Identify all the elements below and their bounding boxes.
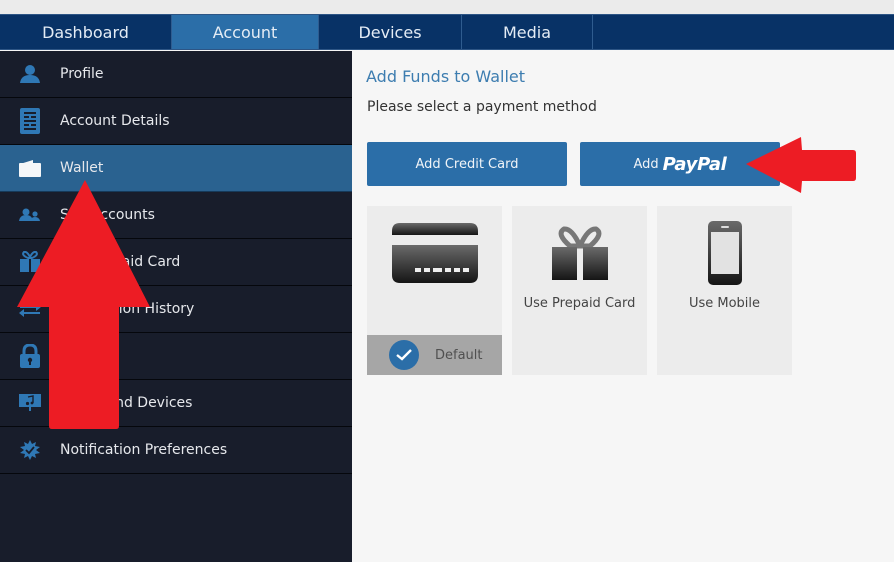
prepaid-card-label: Use Prepaid Card — [523, 296, 636, 311]
document-icon — [0, 108, 60, 134]
credit-card-icon — [367, 223, 502, 283]
use-mobile-label: Use Mobile — [688, 296, 761, 311]
gift-icon — [512, 226, 647, 280]
paypal-logo: PayPal — [662, 153, 727, 175]
sidebar-item-transaction-history[interactable]: Transaction History — [0, 286, 352, 333]
mobile-phone-icon — [657, 221, 792, 285]
sidebar-item-label: Notification Preferences — [60, 442, 228, 458]
add-credit-card-button[interactable]: Add Credit Card — [367, 142, 567, 186]
sidebar-item-label: Wallet — [60, 160, 104, 176]
tab-account[interactable]: Account — [172, 15, 319, 49]
default-badge: Default — [367, 335, 502, 375]
add-paypal-prefix: Add — [633, 156, 659, 172]
sidebar-item-label: Transaction History — [60, 301, 195, 317]
page-title: Add Funds to Wallet — [366, 67, 526, 86]
user-icon — [0, 65, 60, 83]
payment-method-prepaid-card[interactable]: Use Prepaid Card — [512, 206, 647, 375]
sidebar-item-label: Account Details — [60, 113, 170, 129]
sidebar-item-profile[interactable]: Profile — [0, 51, 352, 98]
sidebar-item-use-prepaid-card[interactable]: Use Prepaid Card — [0, 239, 352, 286]
music-monitor-icon — [0, 394, 60, 412]
sidebar: Profile Account Details Wallet Sub Accou… — [0, 51, 352, 562]
badge-check-icon — [0, 440, 60, 460]
payment-method-credit-card[interactable]: Default — [367, 206, 502, 375]
page-subtitle: Please select a payment method — [367, 99, 597, 115]
main-content: Add Funds to Wallet Please select a paym… — [352, 51, 894, 562]
users-icon — [0, 208, 60, 222]
payment-method-mobile[interactable]: Use Mobile — [657, 206, 792, 375]
add-paypal-button[interactable]: Add PayPal — [580, 142, 780, 186]
sidebar-item-sub-accounts[interactable]: Sub Accounts — [0, 192, 352, 239]
sidebar-item-label: Use Prepaid Card — [60, 254, 181, 270]
sidebar-item-wallet[interactable]: Wallet — [0, 145, 352, 192]
gift-icon — [0, 251, 60, 273]
checkmark-icon — [389, 340, 419, 370]
sidebar-item-media-and-devices[interactable]: Media and Devices — [0, 380, 352, 427]
sidebar-item-label: Security — [60, 348, 118, 364]
sidebar-item-security[interactable]: Security — [0, 333, 352, 380]
lock-icon — [0, 344, 60, 368]
sidebar-item-label: Media and Devices — [60, 395, 193, 411]
sidebar-item-label: Sub Accounts — [60, 207, 155, 223]
wallet-icon — [0, 159, 60, 177]
tab-dashboard[interactable]: Dashboard — [0, 15, 172, 49]
sidebar-item-account-details[interactable]: Account Details — [0, 98, 352, 145]
window-top-strip — [0, 0, 894, 14]
default-label: Default — [435, 347, 483, 363]
tab-devices[interactable]: Devices — [319, 15, 462, 49]
top-navigation: Dashboard Account Devices Media — [0, 14, 894, 50]
add-credit-card-label: Add Credit Card — [415, 156, 519, 172]
tab-media[interactable]: Media — [462, 15, 593, 49]
sidebar-item-label: Profile — [60, 66, 104, 82]
transfer-arrows-icon — [0, 301, 60, 317]
sidebar-item-notification-preferences[interactable]: Notification Preferences — [0, 427, 352, 474]
